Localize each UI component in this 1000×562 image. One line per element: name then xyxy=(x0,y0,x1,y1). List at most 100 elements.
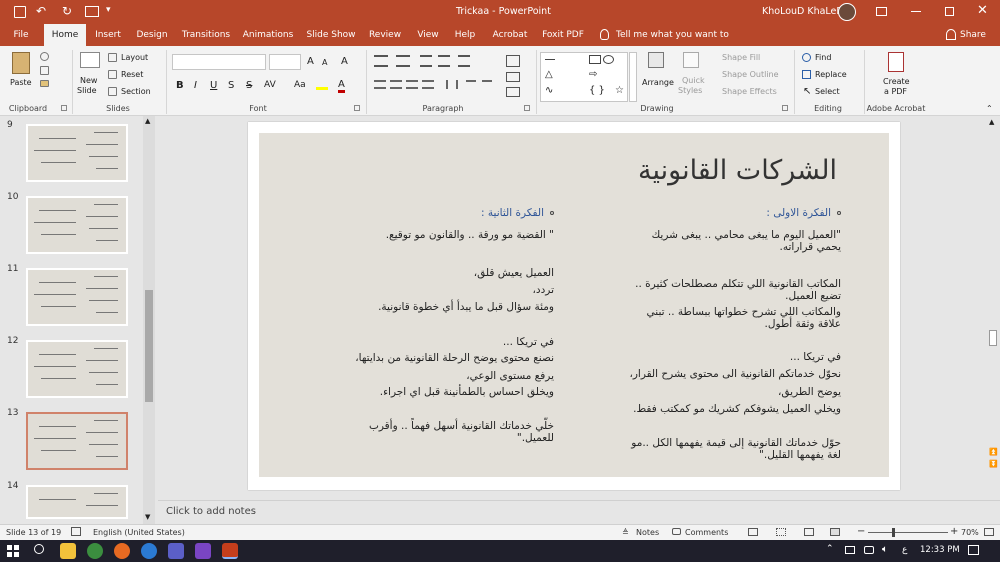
slide-title[interactable]: الشركات القانونية xyxy=(638,155,837,186)
undo-icon[interactable]: ↶ xyxy=(36,4,46,18)
slide-text-line[interactable]: تضيع العميل. xyxy=(785,290,841,302)
create-pdf-icon[interactable] xyxy=(888,52,904,72)
slide-sorter-icon[interactable] xyxy=(776,528,786,536)
customize-qat-icon[interactable]: ▾ xyxy=(106,5,111,15)
scrollbar-thumb[interactable] xyxy=(989,330,997,346)
slide-text-line[interactable]: ويخلي العميل يشوفكم كشريك مو كمكتب فقط. xyxy=(633,403,841,415)
slideshow-icon[interactable] xyxy=(830,528,840,536)
input-language[interactable]: ع xyxy=(902,545,907,555)
arrange-button[interactable]: Arrange xyxy=(642,78,674,87)
search-icon[interactable] xyxy=(34,544,44,554)
slide-text-line[interactable]: في تريكا ... xyxy=(790,351,841,363)
editor-scrollbar[interactable]: ▲ ⏫ ⏬ xyxy=(986,116,1000,498)
tab-animations[interactable]: Animations xyxy=(240,24,296,46)
shape-fill-button[interactable]: Shape Fill xyxy=(722,53,760,62)
right-column-heading[interactable]: الفكرة الاولى : xyxy=(766,207,831,219)
columns-button[interactable] xyxy=(446,80,458,89)
minimize-icon[interactable] xyxy=(911,11,921,12)
volume-icon[interactable]: 🔈︎ xyxy=(882,544,888,555)
align-left-button[interactable] xyxy=(374,80,386,89)
slide-text-line[interactable]: حوّل خدماتك القانونية إلى قيمة يفهمها ال… xyxy=(631,437,841,449)
tab-foxit-pdf[interactable]: Foxit PDF xyxy=(539,24,587,46)
slide-thumbnail[interactable] xyxy=(26,124,128,182)
star-shape-icon[interactable]: ☆ xyxy=(615,85,624,96)
tab-view[interactable]: View xyxy=(412,24,444,46)
quick-styles-icon[interactable] xyxy=(683,52,699,68)
slide-text-line[interactable]: لغة يفهمها القليل." xyxy=(759,449,841,461)
tab-file[interactable]: File xyxy=(6,24,36,46)
font-name-dropdown[interactable] xyxy=(172,54,266,70)
paste-icon[interactable] xyxy=(12,52,30,74)
slide-text-line[interactable]: للعميل." xyxy=(517,432,554,444)
scroll-up-icon[interactable]: ▲ xyxy=(145,117,150,125)
previous-slide-icon[interactable]: ⏫ xyxy=(989,448,998,456)
restore-icon[interactable] xyxy=(945,7,954,16)
slide-text-line[interactable]: نصنع محتوى يوضح الرحلة القانونية من بداي… xyxy=(355,352,554,364)
format-painter-icon[interactable] xyxy=(40,80,49,87)
app-icon[interactable] xyxy=(195,543,211,559)
zoom-slider-handle[interactable] xyxy=(892,528,895,537)
tab-design[interactable]: Design xyxy=(132,24,172,46)
section-button[interactable]: Section xyxy=(121,87,151,96)
font-size-dropdown[interactable] xyxy=(269,54,301,70)
select-icon[interactable]: ↖ xyxy=(803,86,811,97)
strikethrough-button[interactable]: S xyxy=(246,80,252,91)
clock[interactable]: 12:33 PM xyxy=(920,545,960,555)
layout-icon[interactable] xyxy=(108,53,117,62)
font-color-button[interactable]: A xyxy=(338,79,345,93)
align-text-button[interactable] xyxy=(506,72,520,82)
slide-text-line[interactable]: والمكاتب اللي تشرح خطواتها ببساطة .. تبن… xyxy=(647,306,841,318)
slide-text-line[interactable]: تردد، xyxy=(533,284,554,296)
slide-thumbnail[interactable] xyxy=(26,196,128,254)
curve-shape-icon[interactable]: ∿ xyxy=(545,85,553,96)
smartart-button[interactable] xyxy=(506,87,520,97)
grow-font-button[interactable]: A xyxy=(307,56,314,67)
numbering-button[interactable] xyxy=(396,55,410,67)
bullets-button[interactable] xyxy=(374,55,388,67)
slide-text-line[interactable]: يحمي قراراته. xyxy=(780,241,841,253)
line-shape-icon[interactable] xyxy=(545,59,555,60)
slide-text-line[interactable]: " القضية مو ورقة .. والقانون مو توقيع. xyxy=(386,229,554,241)
scroll-up-icon[interactable]: ▲ xyxy=(989,118,994,126)
reset-icon[interactable] xyxy=(108,70,117,79)
slide-thumbnail[interactable] xyxy=(26,340,128,398)
tell-me-search[interactable]: Tell me what you want to do xyxy=(616,24,738,62)
replace-button[interactable]: Replace xyxy=(815,70,847,79)
start-from-beginning-icon[interactable] xyxy=(85,6,99,17)
zoom-slider[interactable] xyxy=(868,532,948,533)
clipboard-launcher-icon[interactable] xyxy=(61,105,67,111)
tray-chevron-icon[interactable]: ⌃ xyxy=(826,544,834,554)
tray-app-icon[interactable] xyxy=(845,546,855,554)
character-spacing-button[interactable]: AV xyxy=(264,80,276,90)
slide-text-line[interactable]: المكاتب القانونية اللي تتكلم مصطلحات كثي… xyxy=(635,278,841,290)
notes-icon[interactable]: ≜ xyxy=(622,528,629,537)
layout-button[interactable]: Layout xyxy=(121,53,148,62)
chrome-icon[interactable] xyxy=(87,543,103,559)
quick-styles-label[interactable]: Quick xyxy=(682,76,705,85)
slide-text-line[interactable]: في تريكا ... xyxy=(503,336,554,348)
scrollbar-thumb[interactable] xyxy=(145,290,153,402)
slide-text-line[interactable]: نحوّل خدماتكم القانونية الى محتوى يشرح ا… xyxy=(629,368,841,380)
thumbnail-scrollbar[interactable]: ▲ ▼ xyxy=(143,116,155,524)
collapse-ribbon-icon[interactable]: ⌃ xyxy=(986,104,993,113)
edge-icon[interactable] xyxy=(141,543,157,559)
notes-pane[interactable]: Click to add notes xyxy=(158,500,1000,524)
slide-text-line[interactable]: خلّي خدماتك القانونية أسهل فهماً .. وأقر… xyxy=(369,420,554,432)
rectangle-shape-icon[interactable] xyxy=(589,55,601,64)
center-button[interactable] xyxy=(390,80,402,89)
clear-formatting-button[interactable]: A xyxy=(341,56,348,67)
paragraph-launcher-icon[interactable] xyxy=(524,105,530,111)
tab-home[interactable]: Home xyxy=(44,24,86,46)
reset-button[interactable]: Reset xyxy=(121,70,143,79)
spell-check-icon[interactable] xyxy=(71,527,81,536)
reading-view-icon[interactable] xyxy=(804,528,814,536)
replace-icon[interactable] xyxy=(802,70,811,79)
select-button[interactable]: Select xyxy=(815,87,840,96)
teams-icon[interactable] xyxy=(168,543,184,559)
slide-text-line[interactable]: ويخلق احساس بالطمأنينة قبل اي اجراء. xyxy=(380,386,554,398)
tab-slide-show[interactable]: Slide Show xyxy=(303,24,359,46)
windows-start-icon[interactable] xyxy=(7,545,19,557)
firefox-icon[interactable] xyxy=(114,543,130,559)
bold-button[interactable]: B xyxy=(176,80,184,91)
highlight-color-icon[interactable] xyxy=(316,80,328,90)
